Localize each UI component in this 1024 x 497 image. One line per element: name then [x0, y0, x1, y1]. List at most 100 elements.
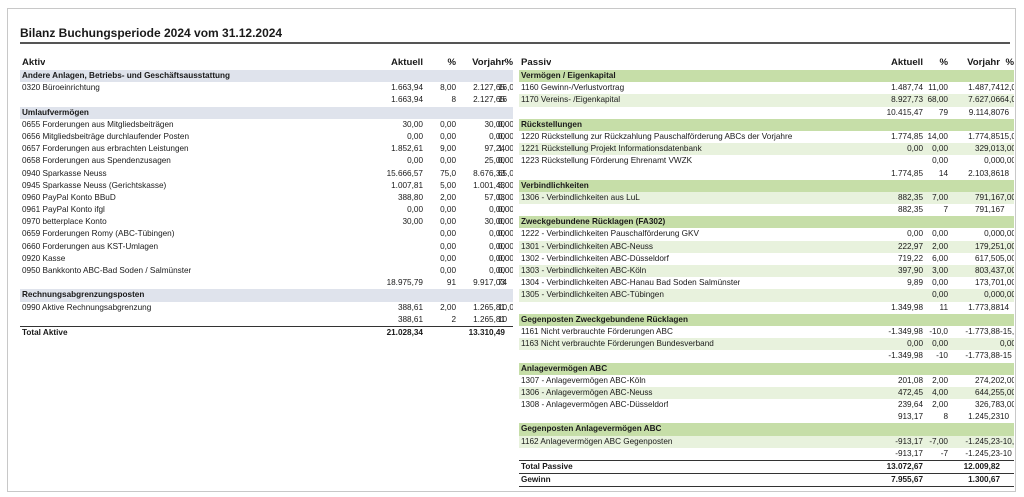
vorjahr-value: 803,43: [974, 266, 1000, 275]
row-label: Umlaufvermögen: [22, 107, 89, 117]
aktuell-value: 1.663,94: [391, 95, 423, 105]
aktuell-value: 10.415,47: [886, 107, 923, 117]
subtotal-row: -913,17 -7 -1.245,23 -10: [519, 448, 1014, 460]
vorjahr-value: 2.127,65: [473, 83, 505, 93]
vorjahr-pct: 76: [1000, 107, 1010, 117]
row-label: 1222 - Verbindlichkeiten Pauschalförderu…: [521, 229, 699, 239]
row-label: Verbindlichkeiten: [521, 180, 589, 190]
section-header: Gegenposten Anlagevermögen ABC: [519, 423, 1014, 436]
vorjahr-pct: 16: [498, 95, 508, 105]
row-label: 0990 Aktive Rechnungsabgrenzung: [22, 302, 152, 312]
aktuell-value: 15.666,57: [386, 168, 423, 178]
aktuell-value: 882,35: [897, 205, 923, 215]
table-row: 0970 betterplace Konto 30,00 0,00 30,00 0,00: [20, 216, 513, 228]
passiv-rows: Vermögen / Eigenkapital 1160 Gewinn-/Verl…: [519, 70, 1014, 488]
vorjahr-pct: 10: [1000, 412, 1010, 422]
vorjahr-value: -1.245,23: [965, 436, 1000, 446]
table-row: 1306 - Verbindlichkeiten aus LuL 882,35 7,…: [519, 191, 1014, 205]
vorjahr-value: -1.245,23: [965, 448, 1000, 458]
row-label: 1160 Gewinn-/Verlustvortrag: [521, 83, 625, 93]
aktiv-header-vorjahr: Vorjahr: [472, 57, 505, 68]
table-row: 1220 Rückstellung zur Rückzahlung Pausch…: [519, 131, 1014, 143]
aktuell-value: 222,97: [897, 241, 923, 251]
vorjahr-value: 1.265,81: [473, 314, 505, 324]
vorjahr-pct: 16,0: [498, 83, 513, 93]
subtotal-row: 1.349,98 11 1.773,88 14: [519, 302, 1014, 314]
vorjahr-pct: 74: [498, 278, 508, 288]
vorjahr-pct: 7,00: [1000, 266, 1014, 275]
aktuell-value: 0,00: [407, 131, 423, 141]
table-row: 1303 - Verbindlichkeiten ABC-Köln 397,90 3…: [519, 265, 1014, 278]
vorjahr-value: 173,70: [974, 278, 1000, 288]
vorjahr-pct: 12,00: [1000, 83, 1014, 93]
table-row: 0920 Kasse 0,00 0,00 0,00: [20, 253, 513, 265]
aktuell-value: 1.663,94: [391, 83, 423, 93]
section-header: Gegenposten Zweckgebundene Rücklagen: [519, 313, 1014, 326]
vorjahr-value: 617,50: [974, 253, 1000, 263]
aktuell-value: 18.975,79: [386, 278, 423, 288]
row-label: 0961 PayPal Konto ifgl: [22, 205, 105, 215]
vorjahr-pct: 65,0: [498, 168, 513, 178]
vorjahr-value: 0,00: [489, 241, 505, 251]
passiv-header-label: Passiv: [521, 57, 552, 68]
aktuell-value: 1.487,74: [891, 83, 923, 93]
subtotal-row: 882,35 7 791,16 7: [519, 204, 1014, 216]
aktuell-value: 13.072,67: [886, 462, 923, 471]
row-label: 1162 Anlagevermögen ABC Gegenposten: [521, 436, 673, 446]
aktuell-value: -913,17: [895, 448, 923, 458]
row-label: 1220 Rückstellung zur Rückzahlung Pausch…: [521, 131, 793, 141]
row-label: 0656 Mitgliedsbeiträge durchlaufender Po…: [22, 131, 190, 141]
row-label: Gewinn: [521, 475, 551, 485]
vorjahr-value: -1.773,88: [965, 351, 1000, 361]
aktuell-value: 0,00: [907, 339, 923, 349]
vorjahr-value: 179,25: [974, 241, 1000, 251]
aktuell-value: 388,61: [397, 302, 423, 312]
table-row: 0656 Mitgliedsbeiträge durchlaufender Po…: [20, 131, 513, 143]
aktuell-value: 7.955,67: [891, 475, 923, 485]
vorjahr-pct: 0,00: [1000, 156, 1014, 166]
row-label: 1223 Rückstellung Förderung Ehrenamt VWZ…: [521, 156, 693, 166]
aktuell-value: 1.349,98: [891, 302, 923, 312]
row-label: 0655 Forderungen aus Mitgliedsbeiträgen: [22, 119, 174, 129]
vorjahr-pct: 2,00: [1000, 375, 1014, 385]
table-row: 0657 Forderungen aus erbrachten Leistung…: [20, 143, 513, 155]
aktuell-value: 719,22: [897, 253, 923, 263]
vorjahr-value: 7.627,06: [968, 95, 1000, 105]
vorjahr-pct: 18: [1000, 168, 1010, 178]
vorjahr-value: 1.300,67: [968, 475, 1000, 485]
row-label: 1304 - Verbindlichkeiten ABC-Hanau Bad S…: [521, 278, 741, 288]
row-label: Anlagevermögen ABC: [521, 363, 608, 373]
vorjahr-value: 1.487,74: [968, 83, 1000, 93]
table-row: 1163 Nicht verbrauchte Förderungen Bunde…: [519, 338, 1014, 351]
subtotal-row: -1.349,98 -10 -1.773,88 -15: [519, 350, 1014, 362]
row-label: 0960 PayPal Konto BBuD: [22, 192, 116, 202]
vorjahr-value: 0,00: [984, 229, 1000, 239]
vorjahr-pct: 8,00: [498, 180, 513, 190]
table-row: 0658 Forderungen aus Spendenzusagen 0,00 0…: [20, 155, 513, 167]
subtotal-row: 1.663,94 8 2.127,65 16: [20, 94, 513, 106]
vorjahr-pct: 0,00: [1000, 229, 1014, 239]
row-label: 0970 betterplace Konto: [22, 217, 107, 227]
table-row: 0659 Forderungen Romy (ABC-Tübingen) 0,00…: [20, 228, 513, 240]
row-label: 0940 Sparkasse Neuss: [22, 168, 107, 178]
vorjahr-value: 25,00: [484, 156, 506, 166]
aktuell-value: 913,17: [897, 412, 923, 422]
section-header: Vermögen / Eigenkapital: [519, 70, 1014, 83]
aktuell-value: 239,64: [897, 400, 923, 410]
aktiv-table: Aktiv Aktuell % Vorjahr % Andere Anlagen…: [20, 55, 513, 339]
vorjahr-pct: -10,0: [1000, 436, 1014, 446]
row-label: Andere Anlagen, Betriebs- und Geschäftsa…: [22, 71, 231, 80]
aktuell-value: 30,00: [402, 119, 424, 129]
subtotal-row: 913,17 8 1.245,23 10: [519, 411, 1014, 423]
passiv-table: Passiv Aktuell % Vorjahr % Vermögen / Ei…: [519, 55, 1014, 488]
table-row: 1161 Nicht verbrauchte Förderungen ABC -1…: [519, 326, 1014, 338]
section-header: Umlaufvermögen: [20, 106, 513, 119]
vorjahr-pct: 0,00: [1000, 339, 1014, 349]
vorjahr-pct: 0,00: [498, 156, 513, 166]
table-row: 1222 - Verbindlichkeiten Pauschalförderu…: [519, 228, 1014, 240]
vorjahr-pct: -15,0: [1000, 326, 1014, 336]
vorjahr-pct: 1,00: [498, 144, 513, 154]
vorjahr-value: 0,00: [489, 131, 505, 141]
aktuell-value: 472,45: [897, 387, 923, 397]
table-row: 1306 - Anlagevermögen ABC-Neuss 472,45 4,0…: [519, 386, 1014, 400]
